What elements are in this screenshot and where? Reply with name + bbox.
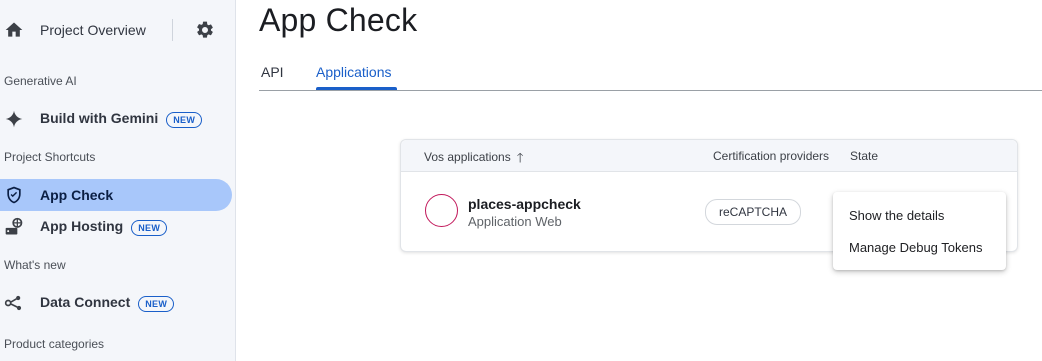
column-header-applications[interactable]: Vos applications 🡑	[424, 149, 524, 171]
provider-chip[interactable]: reCAPTCHA	[705, 199, 802, 225]
sidebar: Project Overview Generative AI Build wit…	[0, 0, 236, 361]
active-tab-indicator	[316, 87, 397, 90]
section-generative-ai: Generative AI	[4, 74, 77, 88]
hosting-icon	[4, 217, 24, 237]
column-header-state: State	[850, 149, 879, 163]
tab-api[interactable]: API	[261, 64, 284, 80]
column-header-providers: Certification providers	[713, 149, 830, 163]
data-connect-icon	[4, 293, 24, 313]
table-header: Vos applications 🡑 Certification provider…	[401, 140, 1017, 172]
app-icon	[425, 194, 458, 227]
gear-icon[interactable]	[195, 20, 215, 40]
app-type: Application Web	[468, 214, 562, 229]
section-product-categories: Product categories	[4, 337, 105, 351]
column-label: Vos applications	[424, 150, 511, 164]
divider	[172, 19, 173, 41]
project-overview-label: Project Overview	[40, 22, 146, 38]
sidebar-item-data-connect[interactable]: Data Connect NEW	[0, 287, 232, 319]
section-project-shortcuts: Project Shortcuts	[4, 150, 96, 164]
app-name: places-appcheck	[468, 196, 581, 212]
sidebar-item-label: App Hosting	[40, 218, 124, 235]
sidebar-item-label: Build with Gemini	[40, 110, 159, 127]
new-badge: NEW	[131, 219, 168, 236]
tab-applications[interactable]: Applications	[316, 64, 392, 80]
tab-bar: API Applications	[259, 58, 1042, 91]
menu-item-show-details[interactable]: Show the details	[833, 200, 1006, 232]
sidebar-item-label: Data Connect	[40, 294, 131, 311]
new-badge: NEW	[138, 295, 175, 312]
sidebar-item-label: App Check	[40, 187, 114, 203]
page-title: App Check	[259, 2, 418, 38]
arrow-up-icon[interactable]: 🡑	[517, 149, 524, 171]
new-badge: NEW	[166, 111, 203, 128]
section-whats-new: What's new	[4, 258, 66, 272]
home-icon	[4, 20, 24, 40]
context-menu: Show the details Manage Debug Tokens	[833, 192, 1006, 270]
sidebar-item-app-check[interactable]: App Check	[0, 179, 232, 211]
sidebar-item-build-with-gemini[interactable]: Build with Gemini NEW	[0, 103, 232, 135]
shield-check-icon	[4, 185, 24, 205]
sparkle-icon	[4, 109, 24, 129]
menu-item-manage-debug-tokens[interactable]: Manage Debug Tokens	[833, 232, 1006, 264]
sidebar-item-app-hosting[interactable]: App Hosting NEW	[0, 211, 232, 243]
